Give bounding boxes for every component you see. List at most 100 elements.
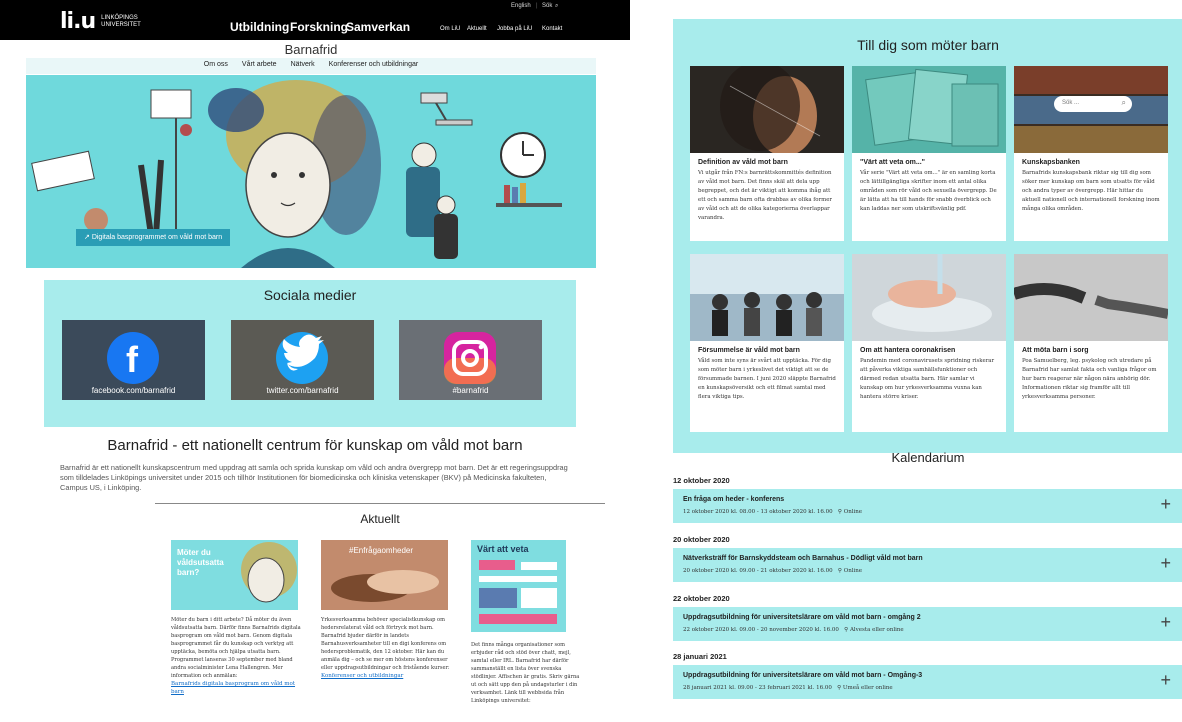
- instagram-tile[interactable]: #barnafrid: [399, 320, 542, 400]
- event-location: Online: [843, 509, 863, 515]
- language-link[interactable]: English: [511, 3, 531, 9]
- child-portrait-icon: [241, 542, 297, 603]
- card-image-booklets: [852, 66, 1006, 153]
- location-pin-icon: ⚲: [837, 685, 842, 691]
- facebook-tile[interactable]: f facebook.com/barnafrid: [62, 320, 205, 400]
- svg-text:f: f: [126, 339, 139, 380]
- location-pin-icon: ⚲: [837, 568, 842, 574]
- news-link-1[interactable]: Barnafrids digitala basprogram om våld m…: [171, 681, 295, 695]
- card-text: Våld som inte syns är svårt att upptäcka…: [698, 358, 836, 400]
- news-link-2[interactable]: Konferenser och utbildningar: [321, 673, 403, 679]
- card-title: Försummelse är våld mot barn: [698, 347, 800, 354]
- site-name[interactable]: Barnafrid: [26, 42, 596, 57]
- card-vart-att-veta[interactable]: "Värt att veta om..." Vår serie "Värt at…: [852, 66, 1006, 241]
- liu-logo[interactable]: li.u LINKÖPINGS UNIVERSITET: [60, 9, 161, 34]
- top-navigation-bar: li.u LINKÖPINGS UNIVERSITET English | Sö…: [0, 0, 630, 40]
- event-date-heading: 12 oktober 2020: [673, 476, 730, 485]
- card-title: Om att hantera coronakrisen: [860, 347, 956, 354]
- center-title: Barnafrid - ett nationellt centrum för k…: [107, 437, 523, 454]
- digital-program-button[interactable]: ↗ Digitala basprogrammet om våld mot bar…: [76, 229, 231, 246]
- news-text-3: Det finns många organisationer som erbju…: [471, 642, 580, 704]
- nav-utbildning[interactable]: Utbildning: [230, 20, 289, 34]
- booklets-icon: [865, 68, 999, 147]
- expand-plus-icon[interactable]: +: [1160, 494, 1171, 515]
- external-link-icon: ↗: [84, 234, 92, 241]
- event-time: 20 oktober 2020 kl. 09.00 - 21 oktober 2…: [683, 568, 833, 574]
- event-time: 22 oktober 2020 kl. 09.00 - 20 november …: [683, 627, 839, 633]
- event-title[interactable]: En fråga om heder - konferens: [683, 496, 784, 503]
- location-pin-icon: ⚲: [844, 627, 849, 633]
- center-description: Barnafrid är ett nationellt kunskapscent…: [60, 463, 568, 492]
- card-image-reaching-hands: [1014, 254, 1168, 341]
- info-panel-title: Till dig som möter barn: [857, 37, 999, 53]
- card-text: Vår serie "Värt att veta om..." är en sa…: [860, 170, 997, 212]
- event-date-heading: 22 oktober 2020: [673, 594, 730, 603]
- event-item[interactable]: Uppdragsutbildning för universitetslärar…: [673, 607, 1182, 641]
- subnav-vart-arbete[interactable]: Vårt arbete: [242, 61, 277, 74]
- card-text: Poa Samuelberg, leg. psykolog och utreda…: [1022, 358, 1157, 400]
- nav-forskning[interactable]: Forskning: [290, 20, 348, 34]
- news-image-1[interactable]: Möter du våldsutsatta barn?: [171, 540, 298, 610]
- event-title[interactable]: Uppdragsutbildning för universitetslärar…: [683, 672, 922, 679]
- nav-samverkan[interactable]: Samverkan: [346, 20, 410, 34]
- facebook-label: facebook.com/barnafrid: [91, 386, 176, 395]
- instagram-label: #barnafrid: [452, 386, 489, 395]
- nav-kontakt[interactable]: Kontakt: [542, 26, 562, 32]
- expand-plus-icon[interactable]: +: [1160, 670, 1171, 691]
- card-definition[interactable]: Definition av våld mot barn Vi utgår frå…: [690, 66, 844, 241]
- nav-jobba[interactable]: Jobba på LiU: [497, 26, 532, 32]
- card-kunskapsbanken[interactable]: Sök ... ⌕ Kunskapsbanken Barnafrids kuns…: [1014, 66, 1168, 241]
- search-icon[interactable]: ⌕: [1122, 98, 1126, 108]
- event-item[interactable]: Nätverksträff för Barnskyddsteam och Bar…: [673, 548, 1182, 582]
- twitter-label: twitter.com/barnafrid: [266, 386, 339, 395]
- event-location: Umeå eller online: [842, 685, 893, 691]
- logo-mark: li.u: [60, 9, 96, 34]
- subnav-natverk[interactable]: Nätverk: [291, 61, 315, 74]
- subnav-om-oss[interactable]: Om oss: [204, 61, 228, 74]
- card-image-definition: [690, 66, 844, 153]
- card-image-library: Sök ... ⌕: [1014, 66, 1168, 153]
- card-text: Vi utgår från FN:s barnrättskommittés de…: [698, 170, 832, 221]
- aktuellt-title: Aktuellt: [360, 512, 400, 526]
- card-text: Pandemin med coronavirusets spridning ri…: [860, 358, 995, 400]
- news-text-2: Yrkesverksamma behöver specialistkunskap…: [321, 617, 450, 671]
- divider: [155, 503, 605, 504]
- event-title[interactable]: Uppdragsutbildning för universitetslärar…: [683, 614, 921, 621]
- location-pin-icon: ⚲: [837, 509, 842, 515]
- card-text: Barnafrids kunskapsbank riktar sig till …: [1022, 170, 1160, 212]
- nav-aktuellt[interactable]: Aktuellt: [467, 26, 487, 32]
- girl-portrait-icon: [720, 66, 821, 153]
- kunskapsbanken-search-input[interactable]: Sök ... ⌕: [1054, 96, 1132, 112]
- card-coronakrisen[interactable]: Om att hantera coronakrisen Pandemin med…: [852, 254, 1006, 432]
- site-subnav: Om oss Vårt arbete Nätverk Konferenser o…: [26, 58, 596, 74]
- news-text-1: Möter du barn i ditt arbete? Då möter du…: [171, 617, 301, 679]
- card-forsummelse[interactable]: Försummelse är våld mot barn Våld som in…: [690, 254, 844, 432]
- subnav-konferenser[interactable]: Konferenser och utbildningar: [329, 61, 419, 74]
- event-time: 28 januari 2021 kl. 09.00 - 23 februari …: [683, 685, 832, 691]
- event-title[interactable]: Nätverksträff för Barnskyddsteam och Bar…: [683, 555, 923, 562]
- event-item[interactable]: En fråga om heder - konferens 12 oktober…: [673, 489, 1182, 523]
- expand-plus-icon[interactable]: +: [1160, 553, 1171, 574]
- card-title: Kunskapsbanken: [1022, 159, 1080, 166]
- poster-icon: [479, 560, 557, 624]
- event-item[interactable]: Uppdragsutbildning för universitetslärar…: [673, 665, 1182, 699]
- card-title: "Värt att veta om...": [860, 159, 925, 166]
- news-image-3[interactable]: Värt att veta: [471, 540, 566, 632]
- reaching-hands-icon: [1014, 254, 1168, 341]
- handwashing-icon: [872, 254, 992, 332]
- search-icon[interactable]: ⌕: [555, 3, 558, 10]
- event-location: Online: [843, 568, 863, 574]
- event-date-heading: 28 januari 2021: [673, 652, 727, 661]
- search-link[interactable]: Sök: [542, 3, 552, 9]
- twitter-tile[interactable]: twitter.com/barnafrid: [231, 320, 374, 400]
- card-sorg[interactable]: Att möta barn i sorg Poa Samuelberg, leg…: [1014, 254, 1168, 432]
- nav-om-liu[interactable]: Om LiU: [440, 26, 460, 32]
- card-image-panel-discussion: [690, 254, 844, 341]
- news-image-2[interactable]: #Enfrågaomheder: [321, 540, 448, 610]
- card-image-handwashing: [852, 254, 1006, 341]
- card-title: Att möta barn i sorg: [1022, 347, 1089, 354]
- event-date-heading: 20 oktober 2020: [673, 535, 730, 544]
- event-time: 12 oktober 2020 kl. 08.00 - 13 oktober 2…: [683, 509, 833, 515]
- event-location: Alvesta eller online: [849, 627, 904, 633]
- expand-plus-icon[interactable]: +: [1160, 612, 1171, 633]
